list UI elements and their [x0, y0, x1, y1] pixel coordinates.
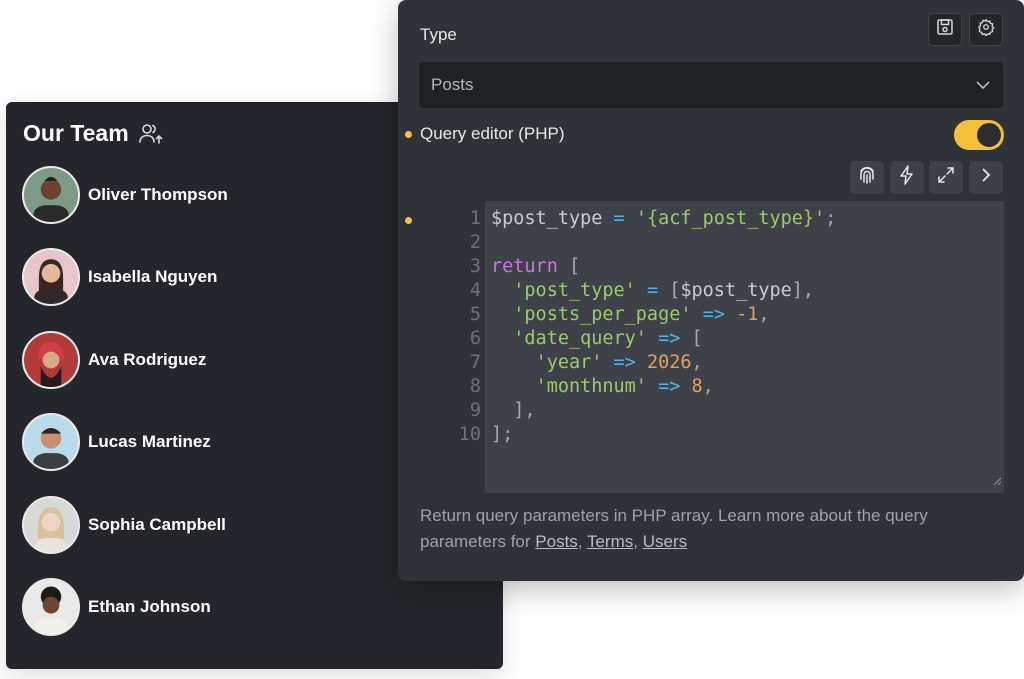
code-line[interactable]: 8 'monthnum' => 8, [419, 375, 1004, 399]
code-text: 'year' => 2026, [535, 352, 703, 373]
line-number: 2 [469, 232, 481, 253]
avatar [22, 331, 80, 389]
team-title: Our Team [23, 120, 129, 146]
code-line[interactable]: 7 'year' => 2026, [419, 351, 1004, 375]
resize-handle-icon[interactable] [992, 473, 1002, 491]
users-upload-icon[interactable] [138, 123, 163, 145]
member-name: Isabella Nguyen [88, 267, 218, 286]
code-line[interactable]: 5 'posts_per_page' => -1, [419, 303, 1004, 327]
member-name: Lucas Martinez [88, 432, 211, 451]
code-line[interactable]: 3 return [ [419, 255, 1004, 279]
line-number: 10 [458, 424, 481, 445]
save-icon [936, 18, 954, 41]
separator: , [633, 532, 638, 551]
type-label: Type [420, 25, 457, 44]
team-header: Our Team [23, 120, 163, 147]
line-number: 5 [469, 304, 481, 325]
avatar [22, 248, 80, 306]
code-editor[interactable]: 1 $post_type = '{acf_post_type}'; 2 3 return… [419, 201, 1004, 493]
code-text: ]; [491, 424, 514, 445]
code-text: 'post_type' = [$post_type], [513, 280, 815, 301]
line-number: 1 [469, 208, 481, 229]
team-member[interactable]: Ethan Johnson [22, 578, 211, 636]
dynamic-data-button[interactable] [850, 161, 884, 194]
line-number: 7 [469, 352, 481, 373]
chevron-down-icon [975, 75, 991, 95]
avatar [22, 166, 80, 224]
type-select-value: Posts [431, 75, 474, 94]
avatar [22, 578, 80, 636]
team-member[interactable]: Sophia Campbell [22, 496, 226, 554]
line-number: 4 [469, 280, 481, 301]
code-text: 'posts_per_page' => -1, [513, 304, 770, 325]
save-button[interactable] [928, 13, 962, 46]
toggle-knob [977, 123, 1001, 147]
modified-indicator [405, 131, 412, 138]
gear-icon [977, 18, 995, 41]
posts-link[interactable]: Posts [535, 532, 578, 551]
quick-action-button[interactable] [890, 161, 924, 194]
avatar [22, 413, 80, 471]
query-editor-label: Query editor (PHP) [420, 124, 565, 143]
code-line[interactable]: 9 ], [419, 399, 1004, 423]
help-text: Return query parameters in PHP array. Le… [420, 503, 1000, 555]
code-text: return [ [491, 256, 581, 277]
fingerprint-icon [858, 165, 876, 190]
line-number: 8 [469, 376, 481, 397]
code-line[interactable]: 6 'date_query' => [ [419, 327, 1004, 351]
lightning-icon [899, 165, 915, 190]
avatar [22, 496, 80, 554]
terms-link[interactable]: Terms [587, 532, 633, 551]
next-button[interactable] [969, 161, 1003, 194]
team-member[interactable]: Lucas Martinez [22, 413, 211, 471]
member-name: Ava Rodriguez [88, 350, 207, 369]
query-settings-panel: Type Posts Query editor (PHP) 1 $post_ty… [398, 0, 1024, 581]
code-line[interactable]: 4 'post_type' = [$post_type], [419, 279, 1004, 303]
code-text: 'monthnum' => 8, [535, 376, 714, 397]
member-name: Oliver Thompson [88, 185, 228, 204]
code-text: ], [513, 400, 536, 421]
type-select[interactable]: Posts [419, 62, 1003, 108]
team-member[interactable]: Oliver Thompson [22, 166, 228, 224]
code-text: 'date_query' => [ [513, 328, 703, 349]
code-text: $post_type = '{acf_post_type}'; [491, 208, 837, 229]
line-number: 9 [469, 400, 481, 421]
member-name: Ethan Johnson [88, 597, 211, 616]
users-link[interactable]: Users [643, 532, 687, 551]
expand-icon [937, 166, 955, 189]
settings-button[interactable] [969, 13, 1003, 46]
code-line[interactable]: 10]; [419, 423, 1004, 447]
expand-button[interactable] [929, 161, 963, 194]
query-editor-toggle[interactable] [954, 120, 1004, 150]
team-member[interactable]: Ava Rodriguez [22, 331, 206, 389]
member-name: Sophia Campbell [88, 515, 226, 534]
line-number: 6 [469, 328, 481, 349]
modified-indicator [405, 217, 412, 224]
separator: , [577, 532, 583, 551]
chevron-right-icon [981, 167, 991, 188]
team-member[interactable]: Isabella Nguyen [22, 248, 217, 306]
code-line[interactable]: 1 $post_type = '{acf_post_type}'; [419, 207, 1004, 231]
line-number: 3 [469, 256, 481, 277]
code-line[interactable]: 2 [419, 231, 1004, 255]
